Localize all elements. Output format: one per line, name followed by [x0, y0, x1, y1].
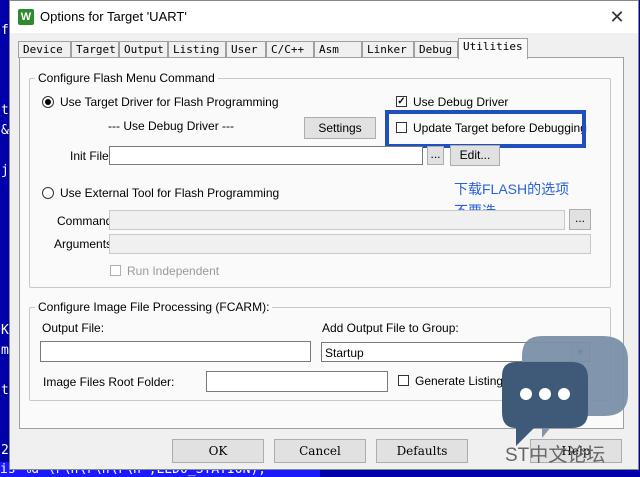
use-debug-driver-note: --- Use Debug Driver --- — [108, 119, 235, 133]
image-file-legend: Configure Image File Processing (FCARM): — [35, 300, 273, 314]
use-external-tool-label: Use External Tool for Flash Programming — [60, 186, 280, 200]
tab-debug[interactable]: Debug — [414, 41, 458, 58]
flash-menu-legend: Configure Flash Menu Command — [35, 71, 218, 85]
group-select-value: Startup — [325, 346, 364, 360]
bg-code-fragment: j — [1, 163, 9, 178]
bg-code-fragment: t — [1, 383, 9, 398]
command-input[interactable] — [109, 210, 565, 230]
bg-code-fragment: t — [1, 103, 9, 118]
generate-listing-label: Generate Listing — [415, 374, 504, 388]
init-file-browse-button[interactable]: ... — [427, 146, 444, 165]
command-browse-button[interactable]: ... — [569, 209, 591, 230]
arguments-input[interactable] — [109, 234, 591, 254]
output-file-label: Output File: — [42, 321, 105, 335]
use-debug-driver-label: Use Debug Driver — [413, 95, 509, 109]
keil-app-icon: W — [18, 9, 34, 25]
run-independent-label: Run Independent — [127, 264, 220, 278]
init-file-label: Init File: — [70, 149, 113, 163]
tab-user[interactable]: User — [226, 41, 266, 58]
watermark-text: ST中文论坛 — [505, 445, 606, 466]
run-independent-checkbox[interactable] — [110, 265, 121, 276]
tab-asm[interactable]: Asm — [314, 41, 362, 58]
close-icon[interactable]: ✕ — [606, 6, 628, 28]
window-title: Options for Target 'UART' — [40, 9, 187, 24]
command-label: Command: — [57, 214, 116, 228]
output-file-input[interactable] — [40, 341, 311, 362]
settings-button[interactable]: Settings — [304, 117, 376, 139]
use-debug-driver-checkbox[interactable]: ✓ — [396, 96, 407, 107]
use-target-driver-radio[interactable] — [42, 96, 54, 108]
bg-code-fragment: & — [1, 123, 9, 138]
tab-output[interactable]: Output — [119, 41, 168, 58]
add-output-label: Add Output File to Group: — [322, 321, 459, 335]
annotation-highlight-box — [385, 110, 586, 148]
ok-button[interactable]: OK — [172, 439, 264, 463]
tab-listing[interactable]: Listing — [168, 41, 226, 58]
tab-linker[interactable]: Linker — [362, 41, 414, 58]
title-bar[interactable]: W Options for Target 'UART' ✕ — [10, 1, 638, 33]
defaults-button[interactable]: Defaults — [376, 439, 468, 463]
root-folder-input[interactable] — [206, 371, 388, 392]
use-target-driver-label: Use Target Driver for Flash Programming — [60, 95, 279, 109]
forum-chat-icon — [502, 336, 628, 446]
arguments-label: Arguments: — [54, 237, 116, 251]
tab-c-cpp[interactable]: C/C++ — [266, 41, 314, 58]
bg-code-fragment: K — [1, 323, 9, 338]
init-file-input[interactable] — [109, 146, 423, 165]
generate-listing-checkbox[interactable] — [398, 375, 409, 386]
use-external-tool-radio[interactable] — [42, 187, 54, 199]
cancel-button[interactable]: Cancel — [274, 439, 366, 463]
tab-device[interactable]: Device — [18, 41, 71, 58]
tab-utilities[interactable]: Utilities — [458, 38, 528, 59]
root-folder-label: Image Files Root Folder: — [43, 375, 175, 389]
bg-code-fragment: m — [1, 343, 9, 358]
bg-code-fragment: f — [1, 23, 9, 38]
edit-button[interactable]: Edit... — [450, 145, 500, 166]
tab-target[interactable]: Target — [71, 41, 119, 58]
annotation-line-1: 下载FLASH的选项 — [454, 181, 570, 197]
